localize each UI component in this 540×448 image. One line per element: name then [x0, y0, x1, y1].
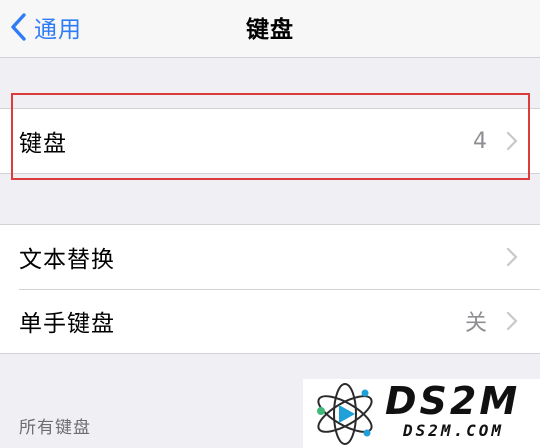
chevron-right-icon: [506, 311, 518, 331]
keyboards-count: 4: [473, 128, 487, 154]
watermark-domain: DS2M.COM: [403, 421, 505, 440]
watermark: DS2M DS2M.COM: [303, 379, 540, 448]
text-replacement-label: 文本替换: [19, 247, 115, 273]
one-handed-keyboard-label: 单手键盘: [19, 311, 115, 337]
one-handed-keyboard-cell[interactable]: 单手键盘 关: [0, 289, 540, 353]
keyboards-cell[interactable]: 键盘 4: [0, 109, 540, 173]
keyboards-group: 键盘 4: [0, 108, 540, 174]
settings-group: 文本替换 单手键盘 关: [0, 224, 540, 354]
watermark-brand: DS2M: [385, 379, 521, 423]
page-title: 键盘: [246, 17, 294, 43]
chevron-right-icon: [506, 131, 518, 151]
atom-logo-icon: [317, 383, 373, 445]
chevron-right-icon: [506, 247, 518, 267]
one-handed-keyboard-value: 关: [464, 311, 487, 336]
all-keyboards-section-header: 所有键盘: [19, 418, 91, 438]
navigation-bar: 通用 键盘: [0, 0, 540, 58]
keyboards-cell-label: 键盘: [19, 131, 67, 157]
text-replacement-cell[interactable]: 文本替换: [0, 225, 540, 289]
